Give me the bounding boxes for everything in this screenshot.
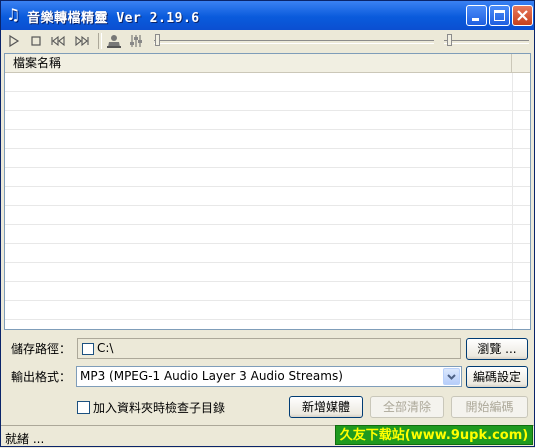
output-format-label: 輸出格式： [11, 370, 72, 384]
close-icon [517, 10, 528, 21]
start-encode-button[interactable]: 開始編碼 [451, 396, 528, 418]
seek-slider-thumb[interactable] [155, 34, 160, 46]
chevron-down-icon [447, 374, 456, 380]
dropdown-arrow[interactable] [443, 368, 460, 385]
window-title: 音樂轉檔精靈 Ver 2.19.6 [27, 11, 200, 26]
browse-button[interactable]: 瀏覽 ... [466, 338, 528, 360]
output-format-select[interactable]: MP3 (MPEG-1 Audio Layer 3 Audio Streams) [76, 366, 462, 387]
output-format-value: MP3 (MPEG-1 Audio Layer 3 Audio Streams) [80, 369, 343, 383]
seek-slider[interactable] [154, 40, 434, 44]
file-list[interactable]: 檔案名稱 [4, 53, 531, 330]
clear-all-button[interactable]: 全部清除 [370, 396, 444, 418]
user-icon[interactable] [105, 33, 123, 49]
add-media-button[interactable]: 新增媒體 [289, 396, 363, 418]
save-path-value: C:\ [97, 341, 114, 355]
music-note-icon: ♫ [6, 5, 21, 24]
save-path-field[interactable]: C:\ [77, 338, 461, 359]
previous-icon[interactable] [49, 33, 67, 49]
save-path-checkbox[interactable] [82, 343, 94, 355]
column-divider [512, 73, 513, 329]
app-window: ♫ 音樂轉檔精靈 Ver 2.19.6 檔案名稱 儲存路徑： C:\ 瀏覽 ..… [0, 0, 535, 447]
list-header: 檔案名稱 [5, 54, 530, 73]
minimize-icon [472, 18, 479, 21]
watermark-banner: 久友下载站(www.9upk.com) [335, 425, 533, 445]
save-path-label: 儲存路徑： [11, 342, 72, 356]
title-bar[interactable]: ♫ 音樂轉檔精靈 Ver 2.19.6 [1, 1, 534, 30]
close-button[interactable] [512, 5, 533, 26]
maximize-button[interactable] [489, 5, 510, 26]
encode-settings-button[interactable]: 編碼設定 [466, 366, 528, 388]
toolbar [3, 31, 534, 51]
include-subfolders-label[interactable]: 加入資料夾時檢查子目錄 [93, 399, 225, 416]
column-header-extra[interactable] [513, 54, 530, 72]
equalizer-icon[interactable] [127, 33, 145, 49]
stop-icon[interactable] [27, 33, 45, 49]
list-rows [5, 73, 530, 329]
column-header-filename[interactable]: 檔案名稱 [5, 54, 512, 72]
minimize-button[interactable] [466, 5, 487, 26]
include-subfolders-checkbox[interactable] [77, 401, 90, 414]
next-icon[interactable] [73, 33, 91, 49]
toolbar-separator [98, 33, 102, 49]
status-text: 就緒 ... [5, 432, 45, 446]
play-icon[interactable] [5, 33, 23, 49]
volume-slider-thumb[interactable] [447, 34, 452, 46]
volume-slider[interactable] [444, 40, 529, 44]
maximize-icon [494, 10, 505, 21]
